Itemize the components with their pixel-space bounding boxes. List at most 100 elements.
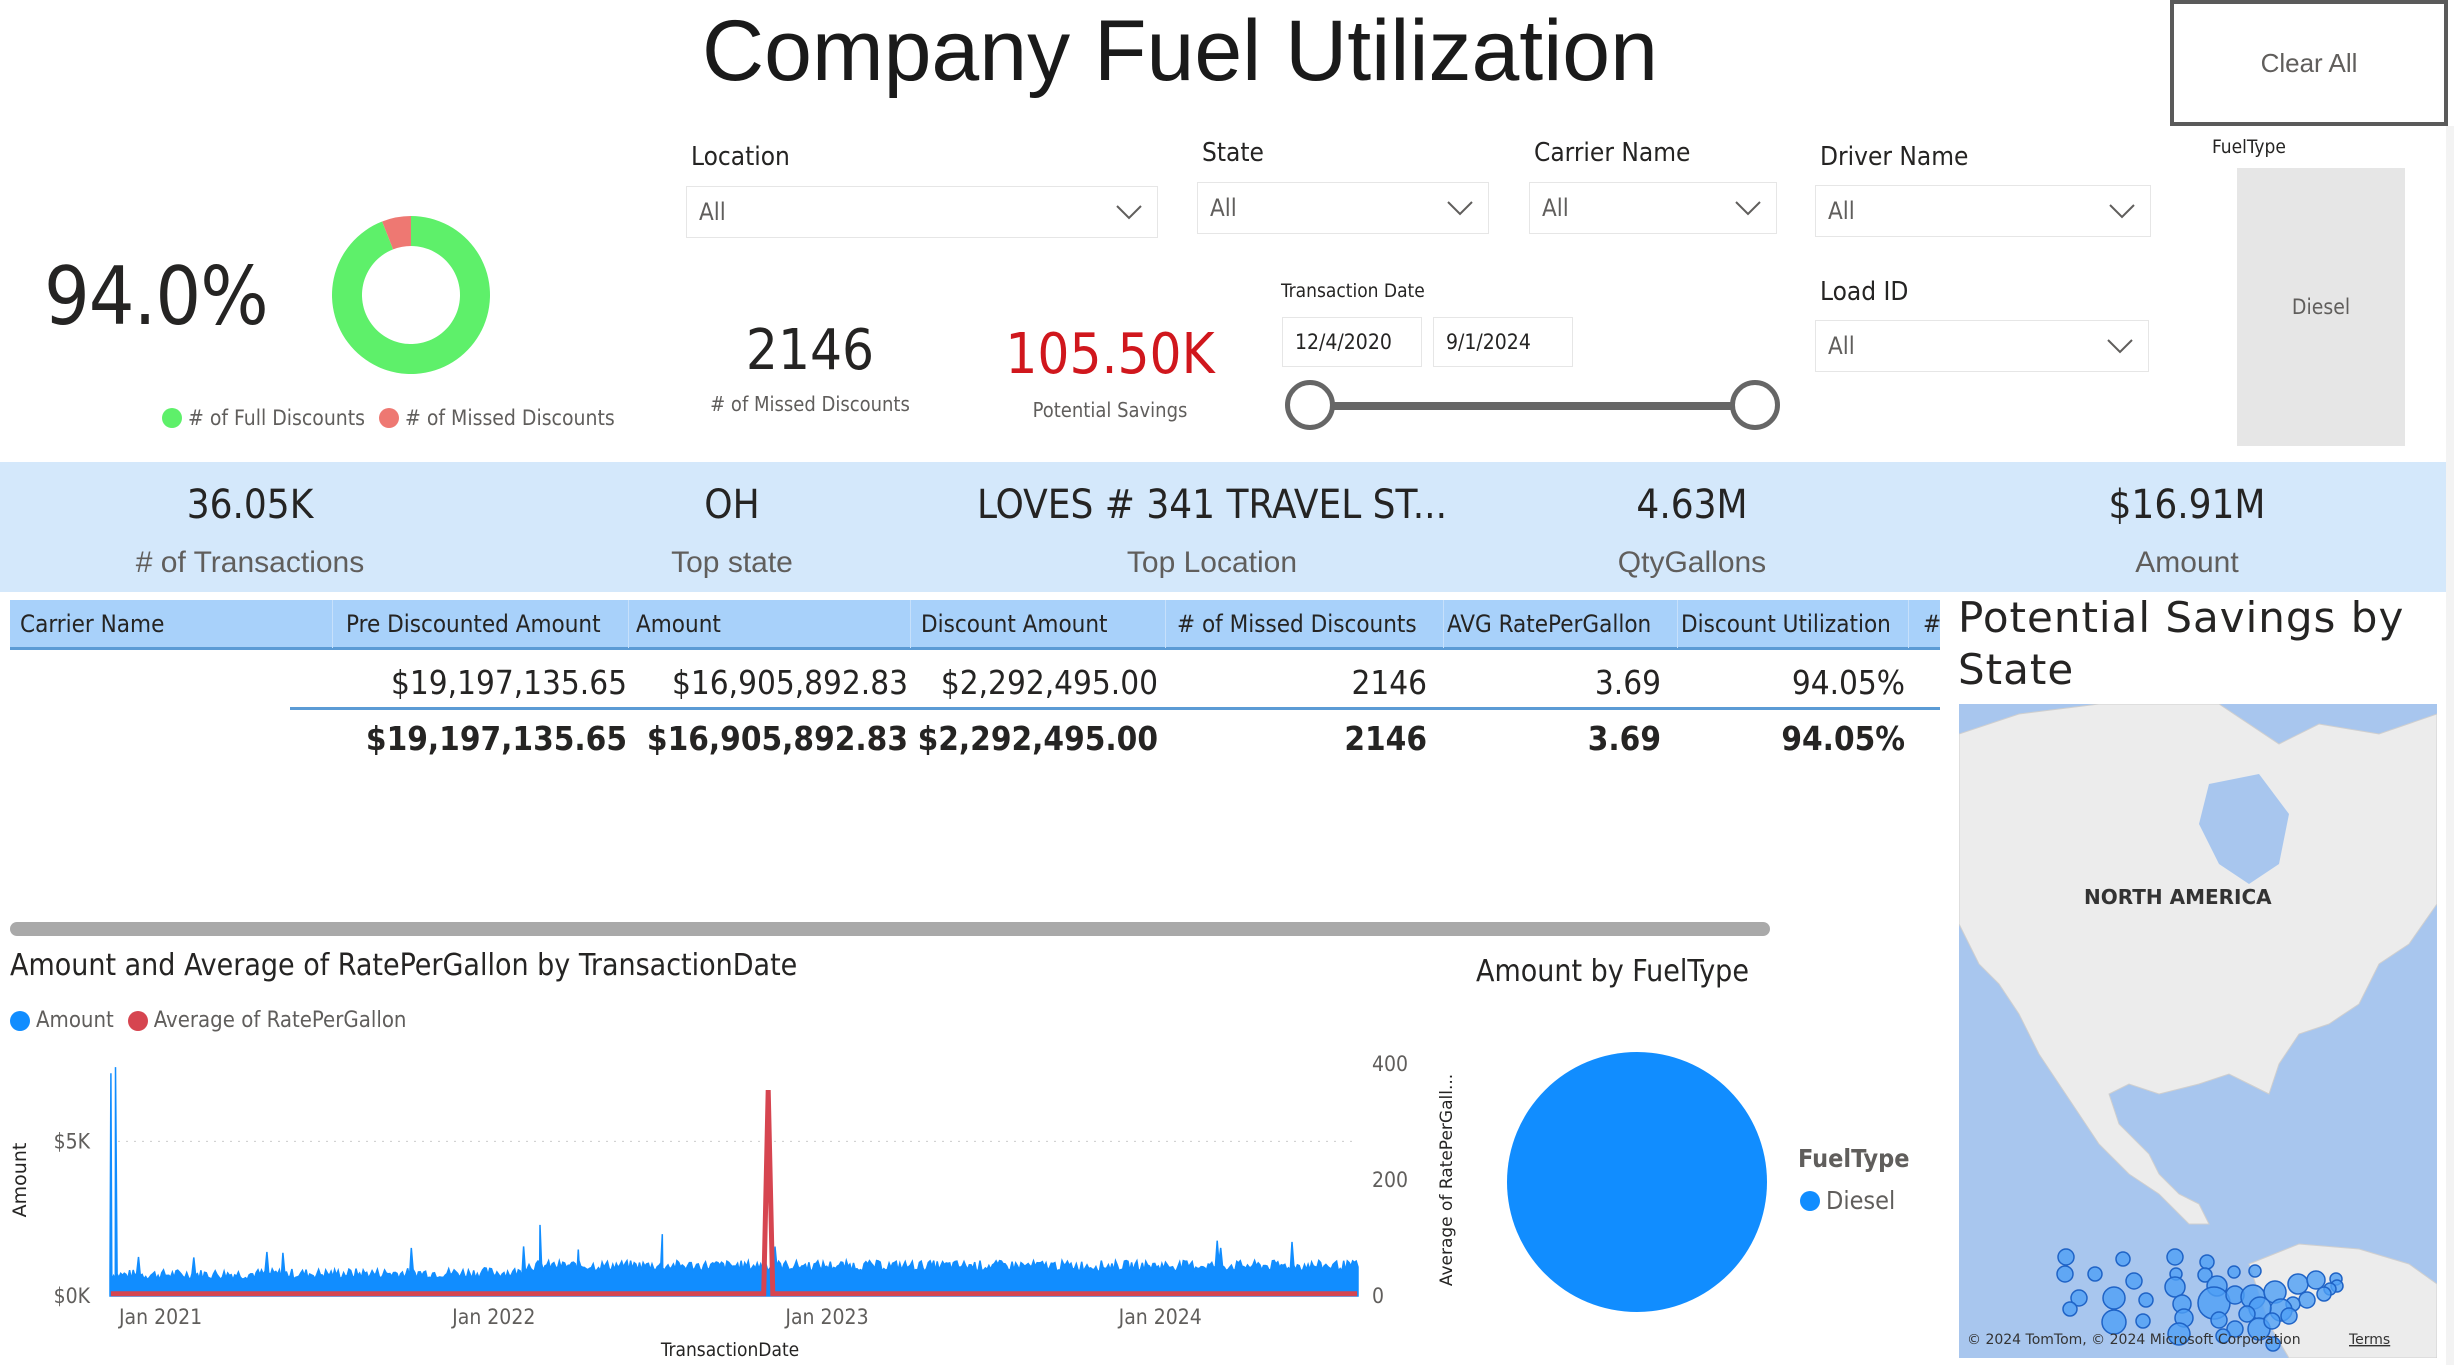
line-chart-legend: Amount Average of RatePerGallon: [10, 1008, 406, 1033]
cell-amount: $16,905,892.83: [671, 663, 908, 702]
location-value: All: [699, 198, 726, 226]
state-bubble[interactable]: [2062, 1301, 2078, 1317]
chevron-down-icon: [2107, 339, 2133, 354]
full-discounts-legend-dot: [162, 408, 182, 428]
start-date-input[interactable]: 12/4/2020: [1282, 317, 1422, 367]
state-bubble[interactable]: [2263, 1312, 2281, 1330]
column-header-discount-amount[interactable]: Discount Amount: [921, 610, 1108, 638]
column-divider: [1908, 600, 1909, 648]
column-header-missed-discounts[interactable]: # of Missed Discounts: [1177, 610, 1417, 638]
x-axis-title: TransactionDate: [660, 1339, 799, 1361]
x-tick-label: Jan 2021: [118, 1305, 202, 1329]
average-rate-series-line[interactable]: [110, 1090, 1358, 1297]
map-canvas: NORTH AMERICA © 2024 TomTom, © 2024 Micr…: [1959, 704, 2437, 1358]
diesel-legend-dot: [1800, 1190, 1820, 1211]
state-bubble[interactable]: [2248, 1264, 2262, 1278]
kpi-top-location: LOVES # 341 TRAVEL ST... Top Location: [912, 482, 1512, 580]
y2-tick-label: 0: [1372, 1284, 1384, 1308]
table-horizontal-scrollbar[interactable]: [10, 922, 1770, 936]
x-tick-label: Jan 2024: [1118, 1305, 1202, 1329]
map-terms-link[interactable]: Terms: [2348, 1332, 2390, 1348]
total-pre-discounted-amount: $19,197,135.65: [365, 719, 627, 758]
state-bubble[interactable]: [2101, 1309, 2127, 1335]
state-bubble[interactable]: [2164, 1276, 2186, 1298]
y-tick-label: $0K: [54, 1284, 91, 1308]
column-divider: [910, 600, 911, 648]
driver-name-dropdown[interactable]: All: [1815, 185, 2151, 237]
amount-rate-line-chart: Amount Average of RatePerGall... Transac…: [9, 1052, 1457, 1361]
pie-chart-title: Amount by FuelType: [1476, 954, 1749, 989]
fueltype-diesel-button[interactable]: Diesel: [2237, 168, 2405, 446]
column-header-pre-discounted-amount[interactable]: Pre Discounted Amount: [346, 610, 601, 638]
state-bubble[interactable]: [2298, 1291, 2316, 1309]
column-header-carrier-name[interactable]: Carrier Name: [20, 610, 164, 638]
location-slicer-label: Location: [691, 142, 790, 172]
potential-savings-map[interactable]: NORTH AMERICA © 2024 TomTom, © 2024 Micr…: [1959, 704, 2437, 1358]
state-bubble[interactable]: [2199, 1254, 2215, 1270]
cell-pre-discounted-amount: $19,197,135.65: [390, 663, 627, 702]
state-dropdown[interactable]: All: [1197, 182, 1489, 234]
state-bubble[interactable]: [2316, 1286, 2332, 1302]
cell-avg-rate-per-gallon: 3.69: [1594, 663, 1661, 702]
column-divider: [1677, 600, 1678, 648]
end-date-input[interactable]: 9/1/2024: [1433, 317, 1573, 367]
donut-slice-full-discounts[interactable]: [332, 216, 490, 374]
kpi-label: Top state: [671, 546, 793, 579]
column-divider: [1165, 600, 1166, 648]
state-bubble[interactable]: [2056, 1265, 2074, 1283]
x-tick-label: Jan 2023: [784, 1305, 868, 1329]
potential-savings-card-label: Potential Savings: [1032, 398, 1188, 422]
clear-all-button[interactable]: Clear All: [2170, 0, 2448, 126]
state-bubble[interactable]: [2287, 1273, 2309, 1295]
state-bubble[interactable]: [2135, 1313, 2151, 1329]
pie-slice-diesel[interactable]: [1507, 1052, 1767, 1312]
state-bubble[interactable]: [2138, 1292, 2154, 1308]
state-bubble[interactable]: [2210, 1311, 2228, 1329]
state-bubble[interactable]: [2166, 1248, 2184, 1266]
state-bubble[interactable]: [2115, 1251, 2131, 1267]
column-header-more[interactable]: #: [1923, 610, 1941, 638]
column-header-amount[interactable]: Amount: [636, 610, 721, 638]
kpi-amount: $16.91M Amount: [1987, 482, 2387, 580]
total-discount-amount: $2,292,495.00: [917, 719, 1158, 758]
legend-diesel: Diesel: [1826, 1186, 1896, 1215]
discount-donut-chart: [332, 216, 490, 374]
cell-missed-discounts: 2146: [1351, 663, 1427, 702]
kpi-top-state: OH Top state: [532, 482, 932, 580]
state-bubble[interactable]: [2087, 1266, 2103, 1282]
table-row[interactable]: $19,197,135.65 $16,905,892.83 $2,292,495…: [10, 655, 1940, 705]
cell-discount-utilization: 94.05%: [1791, 663, 1905, 702]
state-bubble[interactable]: [2280, 1307, 2298, 1325]
state-bubble[interactable]: [2057, 1248, 2075, 1266]
date-range-start-handle[interactable]: [1285, 380, 1335, 430]
amount-series-line[interactable]: [109, 1067, 1359, 1297]
amount-by-fueltype-pie: [1507, 1052, 1767, 1312]
column-divider: [1443, 600, 1444, 648]
date-range-end-handle[interactable]: [1730, 380, 1780, 430]
amount-legend-dot: [10, 1010, 30, 1031]
missed-discounts-legend-dot: [379, 408, 400, 428]
total-avg-rate-per-gallon: 3.69: [1587, 719, 1661, 758]
column-divider: [332, 600, 333, 648]
y2-tick-label: 400: [1372, 1052, 1408, 1076]
state-bubble[interactable]: [2125, 1272, 2143, 1290]
state-bubble[interactable]: [2306, 1270, 2326, 1290]
carrier-name-slicer-label: Carrier Name: [1534, 138, 1691, 168]
chevron-down-icon: [1447, 201, 1473, 216]
rate-legend-dot: [127, 1010, 148, 1031]
state-bubble[interactable]: [2227, 1265, 2241, 1279]
location-dropdown[interactable]: All: [686, 186, 1158, 238]
driver-name-slicer-label: Driver Name: [1820, 142, 1969, 172]
total-discount-utilization: 94.05%: [1781, 719, 1905, 758]
carrier-name-dropdown[interactable]: All: [1529, 182, 1777, 234]
column-header-discount-utilization[interactable]: Discount Utilization: [1681, 610, 1891, 638]
load-id-dropdown[interactable]: All: [1815, 320, 2149, 372]
state-bubble[interactable]: [2102, 1286, 2126, 1310]
y-axis-title: Amount: [9, 1143, 31, 1218]
kpi-label: Top Location: [1126, 546, 1298, 579]
legend-average-rate: Average of RatePerGallon: [153, 1008, 407, 1033]
kpi-strip: 36.05K # of Transactions OH Top state LO…: [0, 462, 2448, 592]
kpi-qty-gallons: 4.63M QtyGallons: [1492, 482, 1892, 580]
legend-full-discounts: # of Full Discounts: [188, 406, 366, 430]
column-header-avg-rate-per-gallon[interactable]: AVG RatePerGallon: [1447, 610, 1651, 638]
